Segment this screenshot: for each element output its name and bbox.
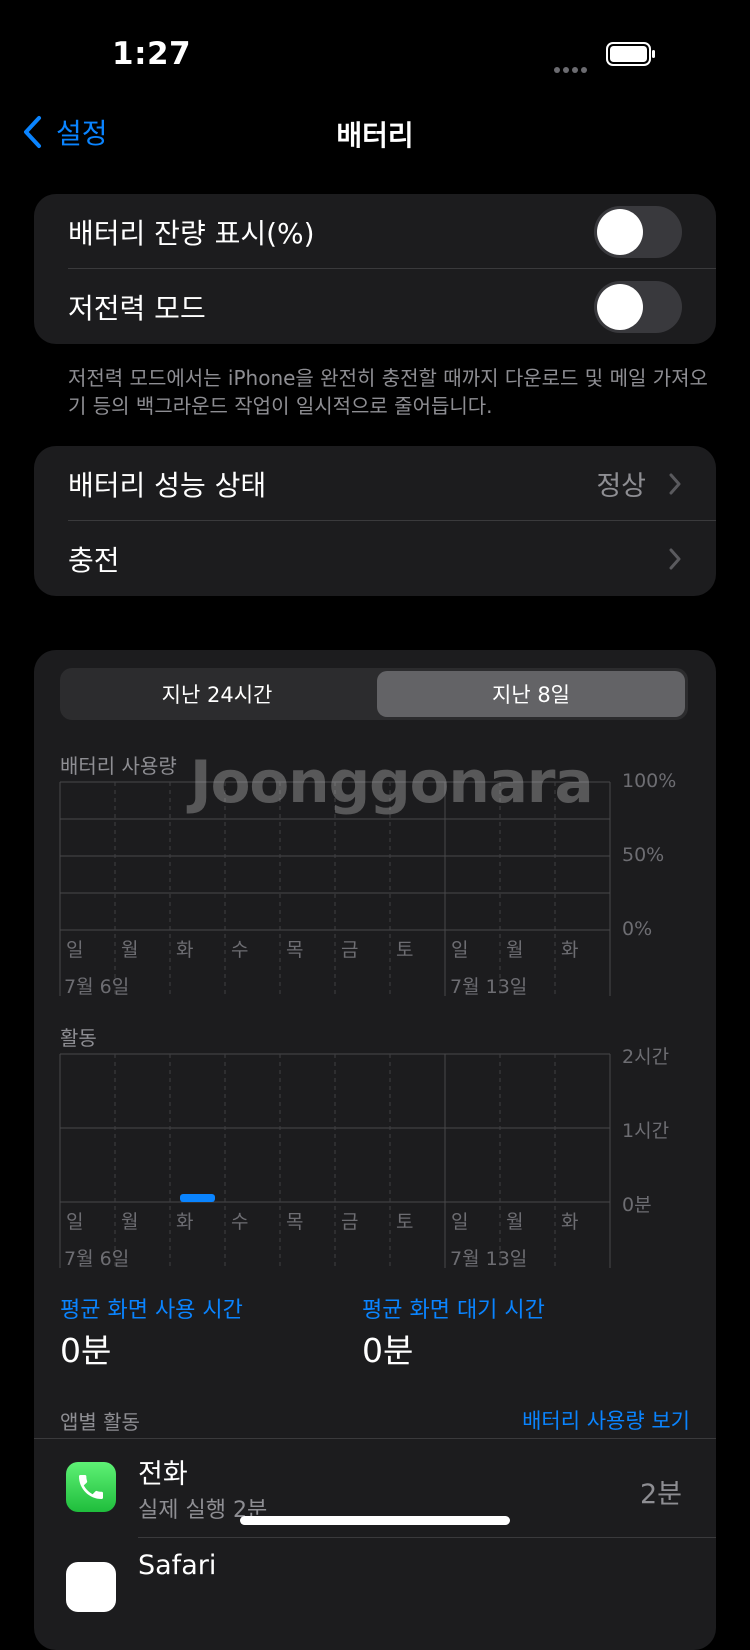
usage-y-label-0: 0% (622, 918, 653, 940)
avg-screen-off-value: 0분 (362, 1331, 414, 1370)
usage-day-label: 토 (396, 939, 413, 961)
activity-day-label: 월 (506, 1211, 523, 1233)
usage-day-label: 수 (231, 939, 248, 961)
usage-date-mid: 7월 13일 (450, 976, 528, 998)
page-title: 배터리 (336, 119, 414, 152)
charging-row[interactable]: 충전 (34, 521, 716, 596)
activity-day-label: 화 (176, 1211, 193, 1233)
cellular-signal-icon (554, 58, 594, 73)
activity-y-label-2h: 2시간 (622, 1046, 670, 1068)
app-name: Safari (138, 1550, 217, 1581)
usage-day-label: 월 (506, 939, 523, 961)
activity-y-label-1h: 1시간 (622, 1120, 670, 1142)
usage-day-label: 금 (341, 939, 358, 961)
home-indicator[interactable] (240, 1516, 510, 1525)
activity-bar (180, 1194, 215, 1202)
activity-day-label: 목 (286, 1211, 303, 1233)
usage-date-start: 7월 6일 (64, 976, 130, 998)
activity-day-label: 월 (121, 1211, 138, 1233)
battery-icon (606, 42, 656, 66)
low-power-mode-toggle[interactable] (594, 280, 682, 333)
activity-day-label: 금 (341, 1211, 358, 1233)
usage-day-label: 일 (66, 939, 83, 961)
activity-day-label: 화 (561, 1211, 578, 1233)
avg-screen-off-title: 평균 화면 대기 시간 (362, 1298, 545, 1323)
chevron-right-icon (669, 548, 681, 569)
status-time: 1:27 (112, 36, 192, 72)
battery-settings-group: 배터리 잔량 표시(%) 저전력 모드 (34, 194, 716, 344)
usage-y-label-50: 50% (622, 844, 665, 866)
battery-health-group: 배터리 성능 상태 정상 충전 (34, 446, 716, 596)
activity-date-mid: 7월 13일 (450, 1248, 528, 1270)
watermark: Joonggonara (190, 748, 594, 816)
activity-day-label: 일 (451, 1211, 468, 1233)
activity-day-label: 토 (396, 1211, 413, 1233)
usage-day-label: 목 (286, 939, 303, 961)
low-power-mode-row: 저전력 모드 (34, 269, 716, 344)
usage-day-label: 화 (176, 939, 193, 961)
app-name: 전화 (138, 1459, 188, 1490)
usage-day-label: 일 (451, 939, 468, 961)
app-activity-header: 앱별 활동 (60, 1410, 140, 1434)
avg-screen-on-value: 0분 (60, 1331, 112, 1370)
show-battery-usage-link[interactable]: 배터리 사용량 보기 (522, 1405, 690, 1435)
low-power-mode-label: 저전력 모드 (68, 291, 206, 325)
battery-health-row[interactable]: 배터리 성능 상태 정상 (34, 446, 716, 521)
activity-day-label: 수 (231, 1211, 248, 1233)
phone-icon (66, 1462, 116, 1512)
battery-percentage-label: 배터리 잔량 표시(%) (68, 216, 315, 250)
activity-date-start: 7월 6일 (64, 1248, 130, 1270)
activity-day-label: 일 (66, 1211, 83, 1233)
app-usage-value: 2분 (639, 1479, 682, 1510)
usage-day-label: 월 (121, 939, 138, 961)
chevron-right-icon (669, 473, 681, 494)
avg-screen-on-title: 평균 화면 사용 시간 (60, 1298, 243, 1323)
usage-day-label: 화 (561, 939, 578, 961)
app-row-safari[interactable]: Safari (34, 1538, 716, 1638)
charging-label: 충전 (68, 543, 120, 577)
battery-percentage-toggle[interactable] (594, 205, 682, 258)
usage-y-label-100: 100% (622, 770, 677, 792)
low-power-footnote: 저전력 모드에서는 iPhone을 완전히 충전할 때까지 다운로드 및 메일 … (68, 366, 708, 418)
battery-health-label: 배터리 성능 상태 (68, 468, 267, 502)
battery-percentage-row: 배터리 잔량 표시(%) (34, 194, 716, 269)
activity-y-label-0: 0분 (622, 1194, 652, 1216)
activity-chart-title: 활동 (60, 1026, 97, 1050)
safari-icon (66, 1562, 116, 1612)
battery-health-value: 정상 (596, 471, 646, 502)
